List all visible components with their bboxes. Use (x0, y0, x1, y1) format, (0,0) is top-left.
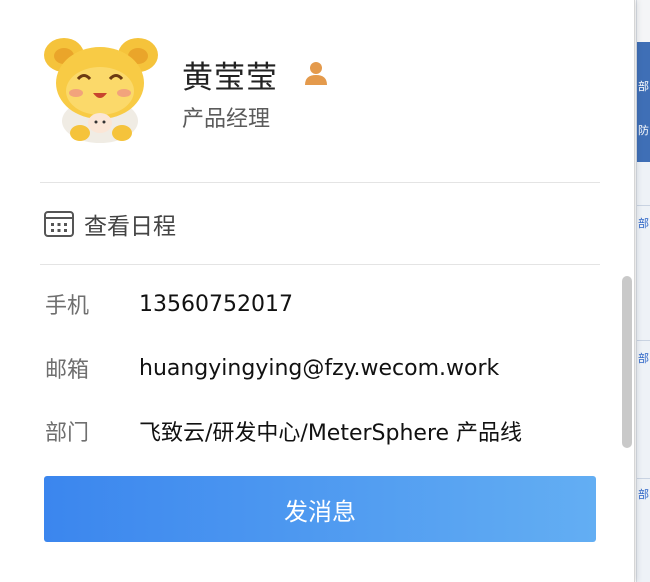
background-text-fragment: 部 (638, 352, 649, 365)
avatar[interactable] (40, 35, 160, 147)
background-window: 部 防 部 部 部 (636, 0, 650, 582)
email-value[interactable]: huangyingying@fzy.wecom.work (139, 356, 499, 381)
detail-row-department: 部门 飞致云/研发中心/MeterSphere 产品线 (45, 413, 522, 449)
phone-label: 手机 (45, 294, 90, 319)
background-text-fragment: 部 (638, 80, 649, 93)
contact-name: 黄莹莹 (182, 60, 278, 96)
job-title: 产品经理 (182, 107, 271, 132)
view-schedule-link[interactable]: 查看日程 (40, 202, 240, 246)
email-label: 邮箱 (45, 358, 90, 383)
background-text-fragment: 防 (638, 124, 649, 137)
person-icon (305, 62, 327, 85)
view-schedule-label: 查看日程 (84, 214, 176, 240)
calendar-icon (44, 211, 74, 237)
send-message-button[interactable]: 发消息 (44, 476, 596, 542)
divider (40, 264, 600, 265)
divider (40, 182, 600, 183)
detail-row-email: 邮箱 huangyingying@fzy.wecom.work (45, 350, 499, 386)
department-value: 飞致云/研发中心/MeterSphere 产品线 (139, 421, 523, 446)
background-text-fragment: 部 (638, 488, 649, 501)
background-header (637, 0, 650, 42)
background-banner (637, 42, 650, 162)
scrollbar[interactable] (622, 276, 632, 448)
detail-row-phone: 手机 13560752017 (45, 286, 293, 322)
background-text-fragment: 部 (638, 217, 649, 230)
contact-card: 黄莹莹 产品经理 查看日程 手机 13560752017 邮箱 huangyin… (0, 0, 635, 582)
phone-value[interactable]: 13560752017 (139, 292, 293, 317)
department-label: 部门 (45, 421, 90, 446)
